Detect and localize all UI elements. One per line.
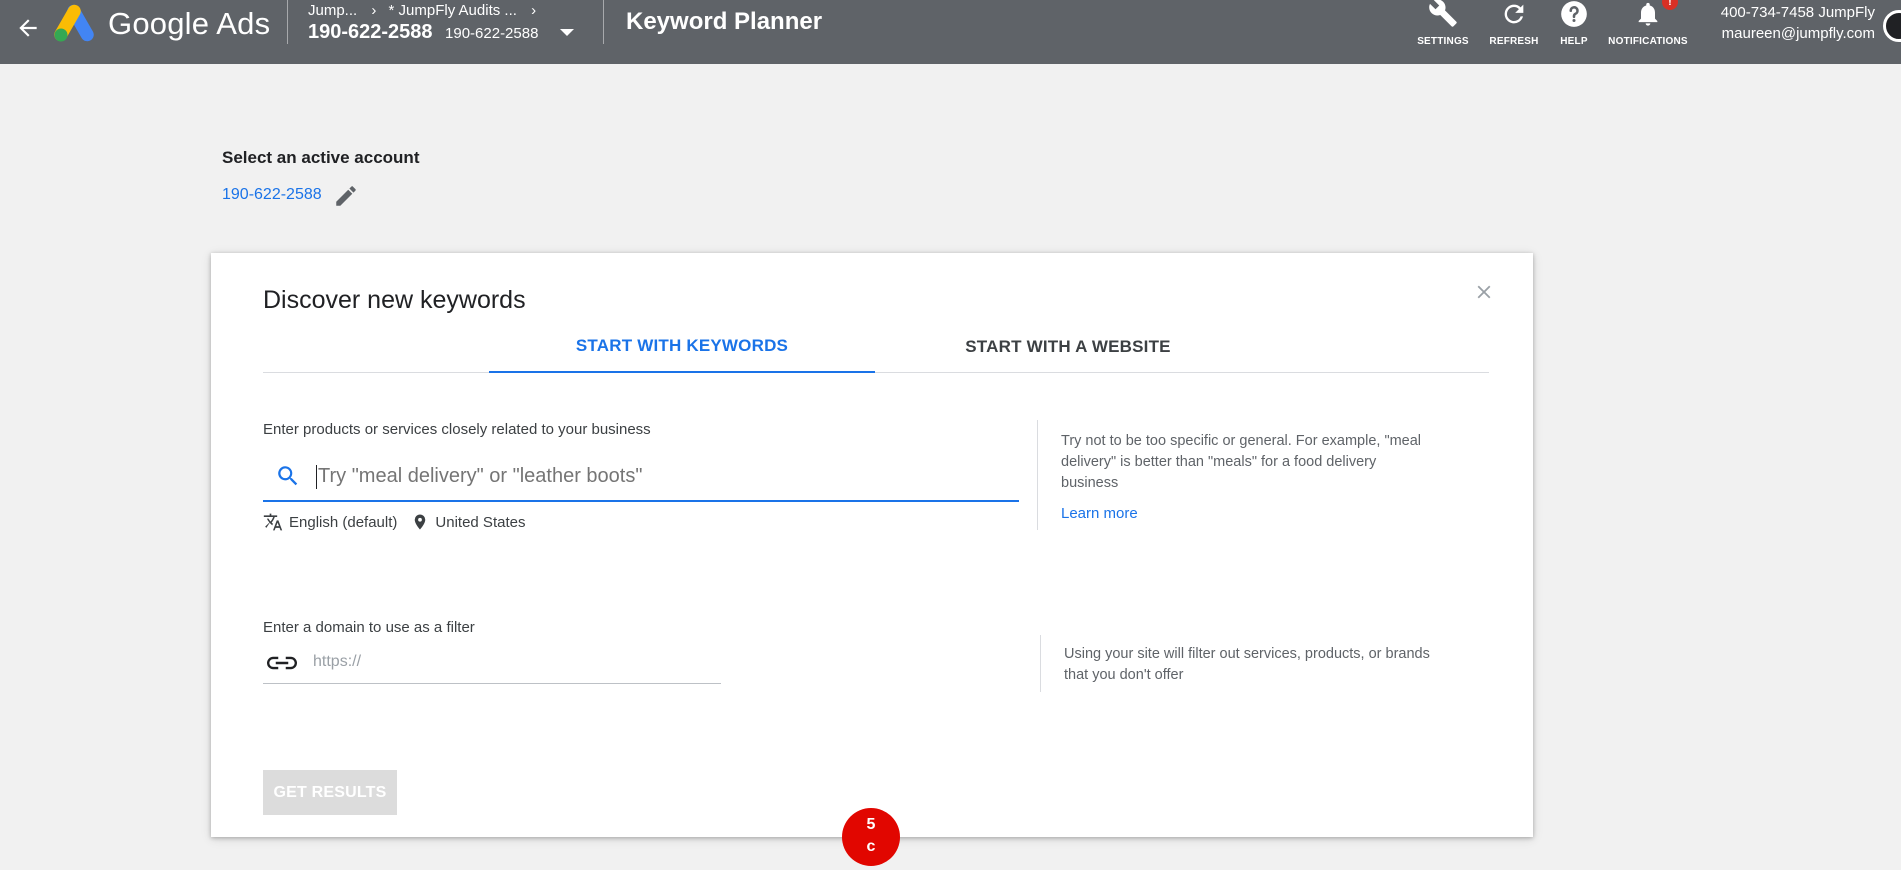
notifications-label: NOTIFICATIONS xyxy=(1608,36,1688,47)
settings-button[interactable]: SETTINGS xyxy=(1412,0,1474,56)
breadcrumb[interactable]: Jump... › * JumpFly Audits ... › xyxy=(308,2,544,19)
avatar[interactable] xyxy=(1883,10,1901,42)
step-marker-letter: c xyxy=(866,838,876,855)
step-marker: 5 c xyxy=(842,808,900,866)
account-id-secondary: 190-622-2588 xyxy=(445,25,539,42)
search-icon xyxy=(278,466,298,486)
link-icon xyxy=(267,656,297,670)
refresh-button[interactable]: REFRESH xyxy=(1486,0,1542,56)
breadcrumb-item[interactable]: * JumpFly Audits ... xyxy=(389,2,517,19)
breadcrumb-item[interactable]: Jump... xyxy=(308,2,357,19)
location-pin-icon xyxy=(415,514,426,530)
chevron-right-icon: › xyxy=(371,2,377,19)
learn-more-link[interactable]: Learn more xyxy=(1061,505,1138,522)
tab-bar: START WITH KEYWORDS START WITH A WEBSITE xyxy=(263,321,1489,373)
top-app-bar: Google Ads Jump... › * JumpFly Audits ..… xyxy=(0,0,1901,64)
user-account-info[interactable]: 400-734-7458 JumpFly maureen@jumpfly.com xyxy=(1721,2,1875,44)
help-label: HELP xyxy=(1560,36,1588,47)
refresh-label: REFRESH xyxy=(1489,36,1539,47)
tab-start-with-website[interactable]: START WITH A WEBSITE xyxy=(875,321,1261,373)
arrow-back-icon xyxy=(19,19,37,37)
get-results-button[interactable]: GET RESULTS xyxy=(263,770,397,815)
google-ads-logo[interactable] xyxy=(52,4,96,42)
location-setting[interactable]: United States xyxy=(411,513,525,531)
location-label: United States xyxy=(435,513,526,531)
keywords-hint: Try not to be too specific or general. F… xyxy=(1061,433,1422,491)
user-customer-id: 400-734-7458 JumpFly xyxy=(1720,4,1875,21)
step-marker-number: 5 xyxy=(866,816,876,833)
section-title: Select an active account xyxy=(222,148,420,167)
bell-icon xyxy=(1638,2,1658,26)
user-email: maureen@jumpfly.com xyxy=(1721,25,1875,42)
chevron-right-icon: › xyxy=(531,2,537,19)
card-title: Discover new keywords xyxy=(263,286,526,314)
keywords-input[interactable]: Try "meal delivery" or "leather boots" xyxy=(263,452,1019,502)
close-icon[interactable] xyxy=(1473,281,1495,303)
bar-divider xyxy=(287,0,288,44)
help-button[interactable]: HELP xyxy=(1556,0,1592,56)
hint-divider xyxy=(1037,420,1038,530)
domain-hint: Using your site will filter out services… xyxy=(1064,646,1430,683)
settings-label: SETTINGS xyxy=(1417,36,1469,47)
hint-divider xyxy=(1040,635,1041,692)
dropdown-caret-icon[interactable] xyxy=(560,29,574,36)
notification-badge: ! xyxy=(1662,0,1678,10)
tab-start-with-keywords[interactable]: START WITH KEYWORDS xyxy=(489,321,875,373)
wrench-icon xyxy=(1429,0,1457,27)
targeting-settings: English (default) United States xyxy=(263,512,539,532)
keywords-placeholder: Try "meal delivery" or "leather boots" xyxy=(318,465,643,487)
help-icon xyxy=(1561,1,1587,27)
discover-keywords-card: Discover new keywords START WITH KEYWORD… xyxy=(211,253,1533,837)
account-selector[interactable]: 190-622-2588 190-622-2588 xyxy=(308,21,538,44)
domain-filter-input[interactable]: https:// xyxy=(263,642,721,684)
edit-pencil-icon[interactable] xyxy=(333,183,359,209)
domain-field-label: Enter a domain to use as a filter xyxy=(263,619,475,636)
page-title: Keyword Planner xyxy=(626,8,823,35)
refresh-icon xyxy=(1504,4,1524,24)
active-account-link[interactable]: 190-622-2588 xyxy=(222,186,322,204)
keywords-field-label: Enter products or services closely relat… xyxy=(263,421,651,438)
text-cursor xyxy=(316,465,317,489)
notifications-button[interactable]: ! NOTIFICATIONS xyxy=(1608,0,1688,56)
back-button[interactable] xyxy=(8,8,48,48)
language-label: English (default) xyxy=(289,513,398,531)
bar-divider xyxy=(603,0,604,44)
domain-placeholder: https:// xyxy=(313,653,362,670)
language-setting[interactable]: English (default) xyxy=(263,512,397,532)
brand-name: Google Ads xyxy=(108,6,271,41)
translate-icon xyxy=(263,513,283,531)
account-id: 190-622-2588 xyxy=(308,21,433,43)
